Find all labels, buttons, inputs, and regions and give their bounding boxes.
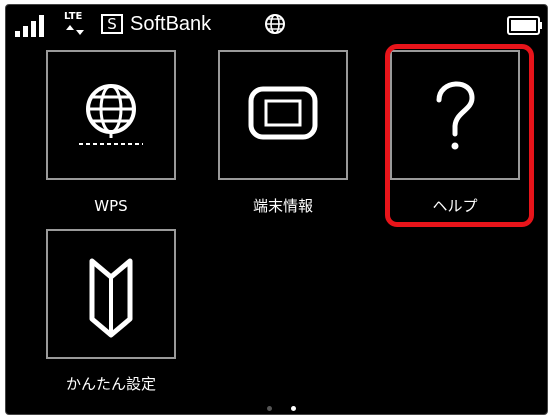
sim-badge: S	[101, 14, 123, 34]
carrier-name: SoftBank	[130, 13, 212, 35]
data-transfer-icon	[66, 25, 84, 35]
network-type-label: LTE	[64, 11, 83, 22]
app-label-wps: WPS	[94, 197, 128, 215]
status-bar: LTE S SoftBank	[6, 5, 547, 41]
battery-full-icon	[507, 16, 542, 35]
app-tile-wps[interactable]	[46, 50, 176, 180]
device-screen: LTE S SoftBank WPS 端末情報 ヘルプ かんたん設定	[5, 4, 548, 415]
page-indicator-2[interactable]	[291, 406, 296, 411]
help-highlight-frame	[385, 44, 534, 227]
globe-icon	[265, 14, 285, 34]
globe-icon	[79, 84, 143, 145]
device-info-icon	[248, 86, 318, 140]
app-label-device-info: 端末情報	[252, 197, 313, 215]
network-type-indicator: LTE	[64, 11, 94, 39]
signal-bars-icon	[15, 15, 44, 37]
page-indicator-1[interactable]	[267, 406, 272, 411]
app-tile-device-info[interactable]	[218, 50, 348, 180]
beginner-mark-icon	[89, 258, 133, 338]
app-tile-easy-setup[interactable]	[46, 229, 176, 359]
app-label-easy-setup: かんたん設定	[65, 375, 156, 393]
